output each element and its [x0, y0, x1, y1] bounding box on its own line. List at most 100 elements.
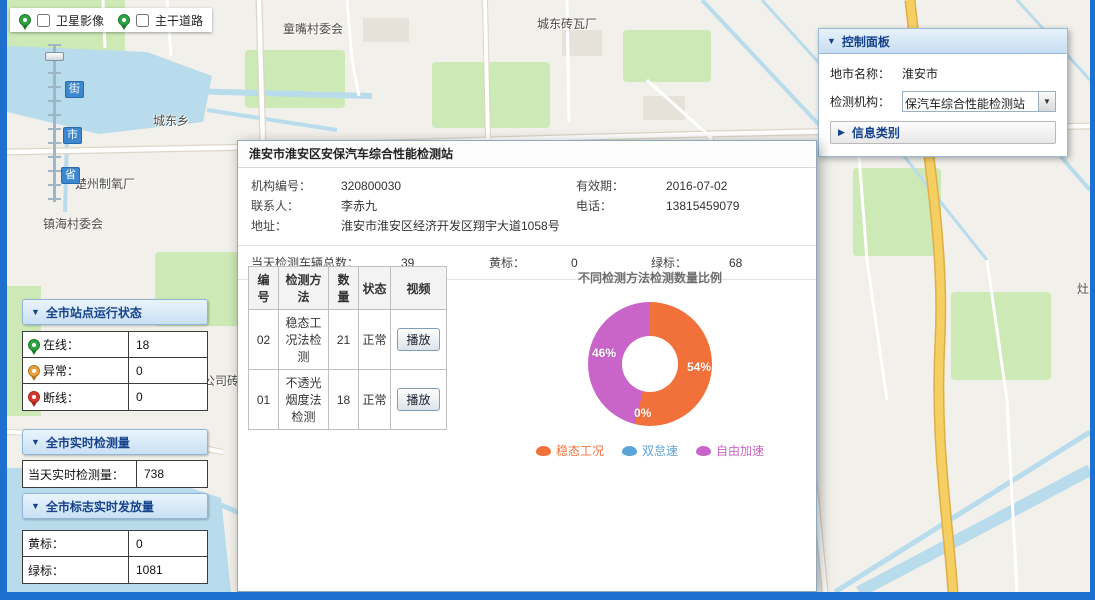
collapse-arrow-icon: ▼	[31, 307, 40, 317]
phone-label: 电话：	[576, 198, 666, 214]
zoom-level-city[interactable]: 市	[63, 127, 82, 144]
method-ratio-chart: 不同检测方法检测数量比例 46% 54% 0% 稳态工况 双怠速	[500, 269, 800, 459]
status-panel-header[interactable]: ▼ 全市站点运行状态	[22, 299, 208, 325]
address-value: 淮安市淮安区经济开发区翔宇大道1058号	[341, 218, 803, 234]
satellite-pin-icon	[19, 14, 31, 26]
col-header-video: 视频	[391, 267, 447, 310]
status-row-online: 在线： 18	[23, 332, 207, 358]
offline-label: 断线：	[43, 389, 79, 406]
legend-label: 稳态工况	[556, 442, 604, 459]
legend-marker-icon	[536, 446, 551, 456]
legend-marker-icon	[622, 446, 637, 456]
map-canvas[interactable]: 童嘴村委会 城东砖瓦厂 城东乡 楚州制氧厂 镇海村委会 公司砖瓦厂 灶 街 市 …	[7, 0, 1090, 592]
slice-label-dual-idle: 0%	[634, 406, 651, 420]
legend-item-steady[interactable]: 稳态工况	[536, 442, 604, 459]
zoom-level-province[interactable]: 省	[61, 167, 80, 184]
phone-value: 13815459079	[666, 198, 803, 214]
status-row-abnormal: 异常： 0	[23, 358, 207, 384]
roads-checkbox[interactable]	[136, 14, 149, 27]
zoom-track[interactable]	[53, 44, 56, 202]
status-row-offline: 断线： 0	[23, 384, 207, 410]
org-label: 检测机构：	[830, 93, 902, 110]
address-label: 地址：	[251, 218, 341, 234]
cell-count: 18	[329, 370, 359, 430]
flags-table: 黄标： 0 绿标： 1081	[22, 530, 208, 584]
detection-method-table: 编号 检测方法 数量 状态 视频 02 稳态工况法检测 21 正常 播放	[248, 266, 447, 430]
online-pin-icon	[28, 339, 40, 351]
slice-label-steady: 54%	[687, 360, 711, 374]
control-panel-title: 控制面板	[842, 33, 890, 50]
play-video-button[interactable]: 播放	[397, 328, 439, 351]
map-label: 镇海村委会	[43, 215, 103, 232]
station-info: 机构编号： 320800030 有效期： 2016-07-02 联系人： 李赤九…	[238, 168, 816, 240]
cell-method: 稳态工况法检测	[279, 310, 329, 370]
flags-panel-header[interactable]: ▼ 全市标志实时发放量	[22, 493, 208, 519]
org-no-label: 机构编号：	[251, 178, 341, 194]
realtime-label: 当天实时检测量：	[28, 466, 124, 483]
org-select-value: 保汽车综合性能检测站	[903, 92, 1038, 111]
chart-legend: 稳态工况 双怠速 自由加速	[500, 442, 800, 459]
legend-label: 双怠速	[642, 442, 678, 459]
city-value: 淮安市	[902, 65, 938, 82]
roads-label: 主干道路	[155, 12, 203, 29]
realtime-row: 当天实时检测量： 738	[23, 461, 207, 487]
yellow-flag-label: 黄标：	[28, 535, 64, 552]
cell-count: 21	[329, 310, 359, 370]
cell-status: 正常	[359, 310, 391, 370]
roads-pin-icon	[118, 14, 130, 26]
info-category-accordion[interactable]: ▶ 信息类别	[830, 121, 1056, 144]
online-value: 18	[129, 332, 207, 357]
legend-item-dual-idle[interactable]: 双怠速	[622, 442, 678, 459]
table-row: 01 不透光烟度法检测 18 正常 播放	[249, 370, 447, 430]
col-header-status: 状态	[359, 267, 391, 310]
map-label: 楚州制氧厂	[75, 175, 135, 192]
cell-method: 不透光烟度法检测	[279, 370, 329, 430]
col-header-count: 数量	[329, 267, 359, 310]
control-panel-body: 地市名称： 淮安市 检测机构： 保汽车综合性能检测站 ▼ ▶ 信息类别	[819, 54, 1067, 156]
control-panel-header[interactable]: ▼ 控制面板	[819, 29, 1067, 54]
popup-yellow-value: 0	[571, 256, 651, 270]
cell-status: 正常	[359, 370, 391, 430]
station-detail-popup: 淮安市淮安区安保汽车综合性能检测站 机构编号： 320800030 有效期： 2…	[237, 140, 817, 592]
info-category-label: 信息类别	[852, 124, 900, 141]
zoom-level-street[interactable]: 街	[65, 81, 84, 98]
org-select[interactable]: 保汽车综合性能检测站 ▼	[902, 91, 1056, 112]
collapse-arrow-icon: ▼	[31, 501, 40, 511]
donut-chart-wrap: 46% 54% 0%	[588, 302, 712, 426]
green-flag-value: 1081	[129, 557, 207, 583]
cell-no: 02	[249, 310, 279, 370]
map-label: 童嘴村委会	[283, 20, 343, 37]
abnormal-value: 0	[129, 358, 207, 383]
popup-title: 淮安市淮安区安保汽车综合性能检测站	[238, 141, 816, 168]
zoom-slider-handle[interactable]	[45, 52, 64, 61]
play-video-button[interactable]: 播放	[397, 388, 439, 411]
legend-label: 自由加速	[716, 442, 764, 459]
realtime-table: 当天实时检测量： 738	[22, 460, 208, 488]
contact-value: 李赤九	[341, 198, 576, 214]
cell-no: 01	[249, 370, 279, 430]
realtime-panel-title: 全市实时检测量	[46, 434, 130, 451]
collapse-arrow-icon: ▼	[31, 437, 40, 447]
slice-label-free-accel: 46%	[592, 346, 616, 360]
contact-label: 联系人：	[251, 198, 341, 214]
legend-item-free-accel[interactable]: 自由加速	[696, 442, 764, 459]
col-header-method: 检测方法	[279, 267, 329, 310]
dropdown-arrow-icon[interactable]: ▼	[1038, 92, 1055, 111]
flags-row-yellow: 黄标： 0	[23, 531, 207, 557]
realtime-panel-header[interactable]: ▼ 全市实时检测量	[22, 429, 208, 455]
org-no-value: 320800030	[341, 178, 576, 194]
window-frame: 童嘴村委会 城东砖瓦厂 城东乡 楚州制氧厂 镇海村委会 公司砖瓦厂 灶 街 市 …	[0, 0, 1095, 600]
legend-marker-icon	[696, 446, 711, 456]
valid-value: 2016-07-02	[666, 178, 803, 194]
city-label: 地市名称：	[830, 65, 902, 82]
satellite-checkbox[interactable]	[37, 14, 50, 27]
donut-hole	[622, 336, 678, 392]
status-table: 在线： 18 异常： 0 断线： 0	[22, 331, 208, 411]
satellite-label: 卫星影像	[56, 12, 104, 29]
collapse-arrow-icon: ▼	[827, 36, 836, 46]
layer-toolbar: 卫星影像 主干道路	[10, 8, 212, 32]
col-header-no: 编号	[249, 267, 279, 310]
map-label: 城东乡	[153, 112, 189, 129]
flags-row-green: 绿标： 1081	[23, 557, 207, 583]
yellow-flag-value: 0	[129, 531, 207, 556]
